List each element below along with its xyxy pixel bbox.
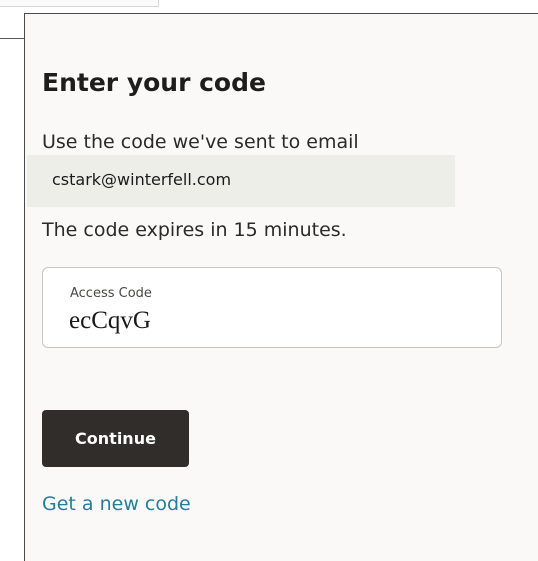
access-code-label: Access Code	[70, 286, 152, 301]
get-new-code-link[interactable]: Get a new code	[42, 493, 191, 515]
email-highlight: cstark@winterfell.com	[27, 155, 455, 207]
page-title: Enter your code	[42, 68, 266, 97]
instruction-text: Use the code we've sent to email	[42, 131, 359, 153]
code-entry-panel: Enter your code Use the code we've sent …	[24, 13, 538, 561]
email-address: cstark@winterfell.com	[52, 170, 232, 189]
divider-line	[0, 38, 24, 39]
window-top-strip	[0, 0, 538, 14]
access-code-field[interactable]: Access Code	[42, 267, 502, 348]
continue-button[interactable]: Continue	[42, 410, 189, 467]
access-code-input[interactable]	[69, 306, 469, 336]
expiry-text: The code expires in 15 minutes.	[42, 219, 347, 241]
top-tab	[0, 0, 159, 7]
